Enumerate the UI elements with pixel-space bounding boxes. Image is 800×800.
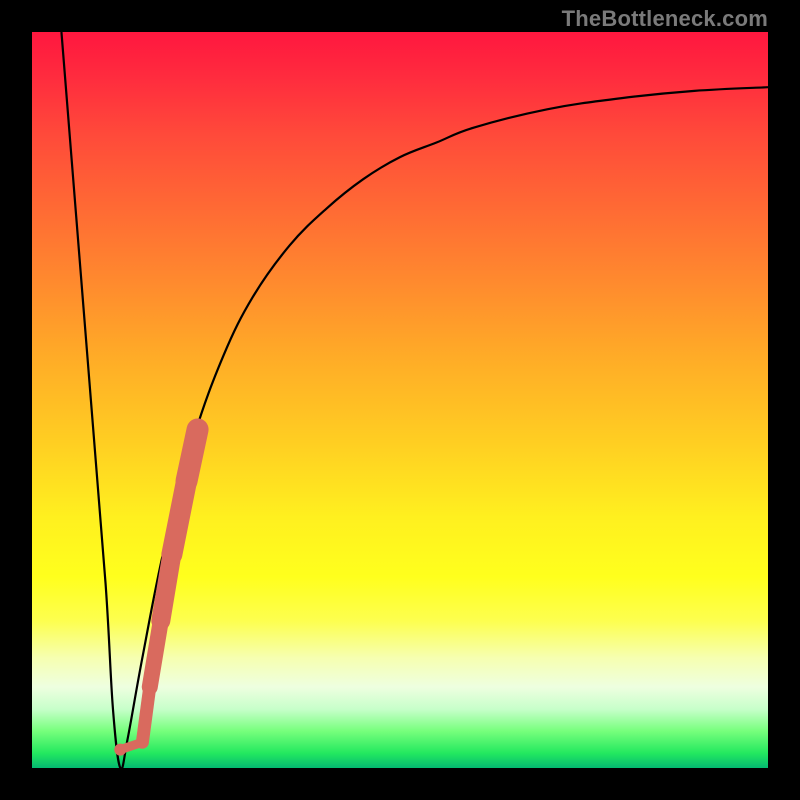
- highlight-seg: [150, 621, 161, 687]
- watermark-text: TheBottleneck.com: [562, 6, 768, 32]
- highlight-seg: [142, 687, 149, 742]
- highlight-seg: [172, 481, 187, 555]
- bottleneck-curve: [61, 32, 768, 769]
- chart-overlay: [32, 32, 768, 768]
- highlight-segment: [114, 429, 197, 755]
- chart-frame: TheBottleneck.com: [0, 0, 800, 800]
- highlight-seg: [187, 429, 198, 481]
